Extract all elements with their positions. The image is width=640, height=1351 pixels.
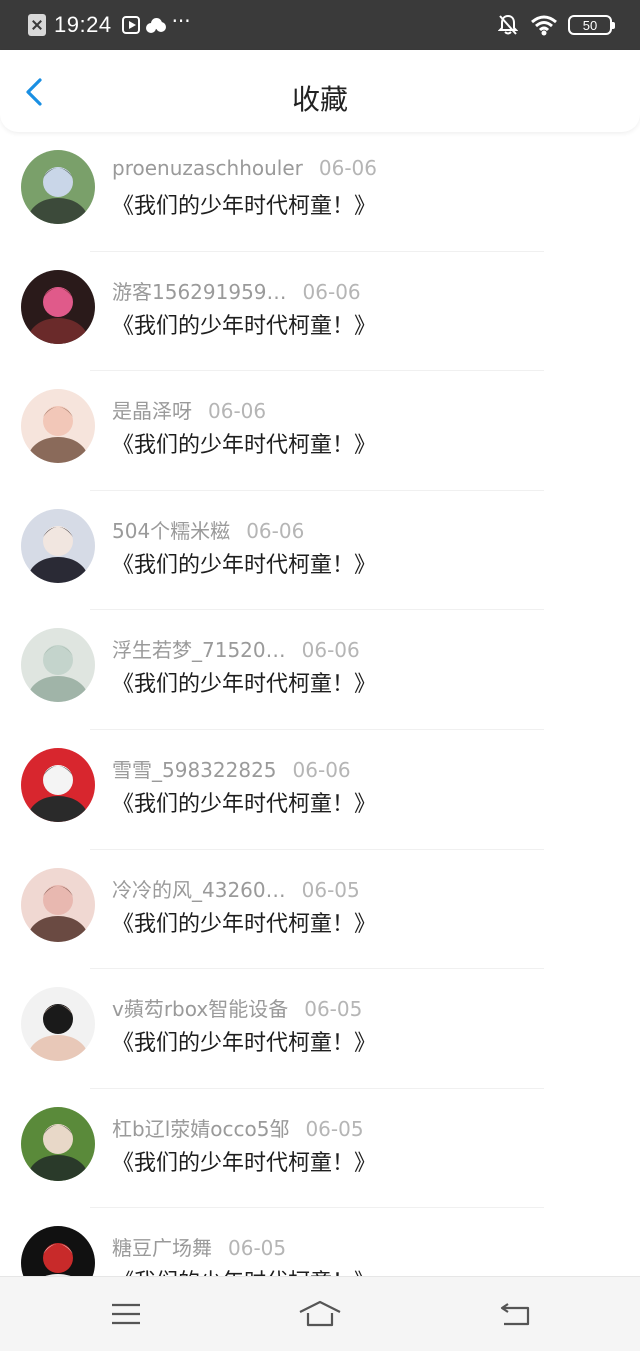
username[interactable]: 糖豆广场舞 [112, 1232, 212, 1261]
page-title: 收藏 [291, 83, 348, 116]
status-left: 19:24 ··· [28, 9, 191, 38]
list-item[interactable]: 糖豆广场舞 06-05 《我们的少年时代柯童！》 [0, 1208, 640, 1276]
item-title[interactable]: 《我们的少年时代柯童！》 [112, 427, 376, 459]
item-meta: 雪雪_598322825 06-06 [112, 754, 351, 783]
item-title[interactable]: 《我们的少年时代柯童！》 [112, 786, 376, 818]
item-title[interactable]: 《我们的少年时代柯童！》 [112, 308, 376, 340]
item-title[interactable]: 《我们的少年时代柯童！》 [112, 666, 376, 698]
bottom-nav [0, 1276, 640, 1351]
date: 06-05 [301, 877, 360, 902]
avatar[interactable] [21, 628, 95, 703]
list-item[interactable]: 是晶泽呀 06-06 《我们的少年时代柯童！》 [0, 371, 640, 491]
username[interactable]: 浮生若梦_71520… [112, 634, 286, 663]
status-time: 19:24 [54, 12, 112, 37]
avatar-image [21, 628, 95, 703]
video-app-icon [121, 16, 140, 34]
avatar[interactable] [21, 508, 95, 583]
avatar-image [21, 987, 95, 1062]
list-item[interactable]: 冷冷的风_43260… 06-05 《我们的少年时代柯童！》 [0, 850, 640, 970]
avatar-image [21, 150, 95, 224]
avatar-image [21, 867, 95, 942]
favorites-list: proenuzaschhouler 06-06 《我们的少年时代柯童！》 游客15… [0, 132, 640, 1276]
avatar-image [21, 747, 95, 822]
back-nav-button[interactable] [494, 1299, 538, 1329]
item-title[interactable]: 《我们的少年时代柯童！》 [112, 1145, 376, 1177]
more-notifications-icon: ··· [171, 9, 191, 33]
item-title[interactable]: 《我们的少年时代柯童！》 [112, 906, 376, 938]
item-meta: 是晶泽呀 06-06 [112, 395, 266, 424]
username[interactable]: 游客156291959… [112, 276, 287, 305]
wifi-icon [530, 14, 558, 36]
avatar[interactable] [21, 747, 95, 822]
date: 06-05 [304, 997, 363, 1022]
menu-icon [112, 1303, 140, 1325]
item-meta: proenuzaschhouler 06-06 [112, 156, 377, 180]
avatar-image [21, 389, 95, 464]
date: 06-06 [208, 399, 267, 424]
username[interactable]: proenuzaschhouler [112, 156, 303, 180]
item-meta: 游客156291959… 06-06 [112, 276, 361, 305]
date: 06-05 [228, 1236, 287, 1261]
date: 06-06 [292, 757, 351, 782]
avatar-image [21, 1106, 95, 1181]
home-icon [299, 1300, 341, 1327]
battery-level: 50 [582, 17, 598, 33]
username[interactable]: 杠b辽l荥婧occo5邹 [112, 1113, 289, 1142]
avatar[interactable] [21, 867, 95, 942]
list-item[interactable]: v蘋芶rbox智能设备 06-05 《我们的少年时代柯童！》 [0, 969, 640, 1089]
date: 06-05 [305, 1116, 364, 1141]
username[interactable]: v蘋芶rbox智能设备 [112, 993, 288, 1022]
item-meta: 杠b辽l荥婧occo5邹 06-05 [112, 1113, 364, 1142]
list-item[interactable]: 杠b辽l荥婧occo5邹 06-05 《我们的少年时代柯童！》 [0, 1089, 640, 1209]
username[interactable]: 是晶泽呀 [112, 395, 192, 424]
item-title[interactable]: 《我们的少年时代柯童！》 [112, 1264, 376, 1276]
menu-button[interactable] [104, 1299, 148, 1329]
home-button[interactable] [298, 1299, 342, 1329]
bell-off-icon [498, 14, 518, 36]
avatar[interactable] [21, 389, 95, 464]
avatar[interactable] [21, 150, 95, 224]
status-bar: 19:24 ··· 50 [0, 0, 640, 50]
avatar-image [21, 269, 95, 344]
list-item[interactable]: proenuzaschhouler 06-06 《我们的少年时代柯童！》 [0, 132, 640, 252]
username[interactable]: 冷冷的风_43260… [112, 874, 286, 903]
date: 06-06 [302, 279, 361, 304]
avatar[interactable] [21, 987, 95, 1062]
status-right: 50 [498, 12, 615, 38]
avatar-image [21, 508, 95, 583]
back-arrow-icon [500, 1303, 530, 1326]
avatar-image [21, 1226, 95, 1276]
list-item[interactable]: 游客156291959… 06-06 《我们的少年时代柯童！》 [0, 252, 640, 372]
header-bar: 收藏 [0, 50, 640, 132]
username[interactable]: 雪雪_598322825 [112, 754, 277, 783]
item-meta: v蘋芶rbox智能设备 06-05 [112, 993, 362, 1022]
item-meta: 糖豆广场舞 06-05 [112, 1232, 286, 1261]
item-title[interactable]: 《我们的少年时代柯童！》 [112, 547, 376, 579]
list-item[interactable]: 雪雪_598322825 06-06 《我们的少年时代柯童！》 [0, 730, 640, 850]
list-item[interactable]: 504个糯米糍 06-06 《我们的少年时代柯童！》 [0, 491, 640, 611]
avatar[interactable] [21, 269, 95, 344]
item-meta: 504个糯米糍 06-06 [112, 515, 304, 544]
date: 06-06 [246, 518, 305, 543]
item-title[interactable]: 《我们的少年时代柯童！》 [112, 188, 376, 220]
item-meta: 浮生若梦_71520… 06-06 [112, 634, 360, 663]
date: 06-06 [301, 638, 360, 663]
date: 06-06 [318, 156, 378, 180]
avatar[interactable] [21, 1106, 95, 1181]
item-title[interactable]: 《我们的少年时代柯童！》 [112, 1025, 376, 1057]
avatar[interactable] [21, 1226, 95, 1276]
username[interactable]: 504个糯米糍 [112, 515, 230, 544]
item-meta: 冷冷的风_43260… 06-05 [112, 874, 360, 903]
battery-icon: 50 [568, 15, 615, 35]
cloud-icon [145, 17, 166, 33]
notification-x-icon [28, 14, 46, 36]
list-item[interactable]: 浮生若梦_71520… 06-06 《我们的少年时代柯童！》 [0, 610, 640, 730]
